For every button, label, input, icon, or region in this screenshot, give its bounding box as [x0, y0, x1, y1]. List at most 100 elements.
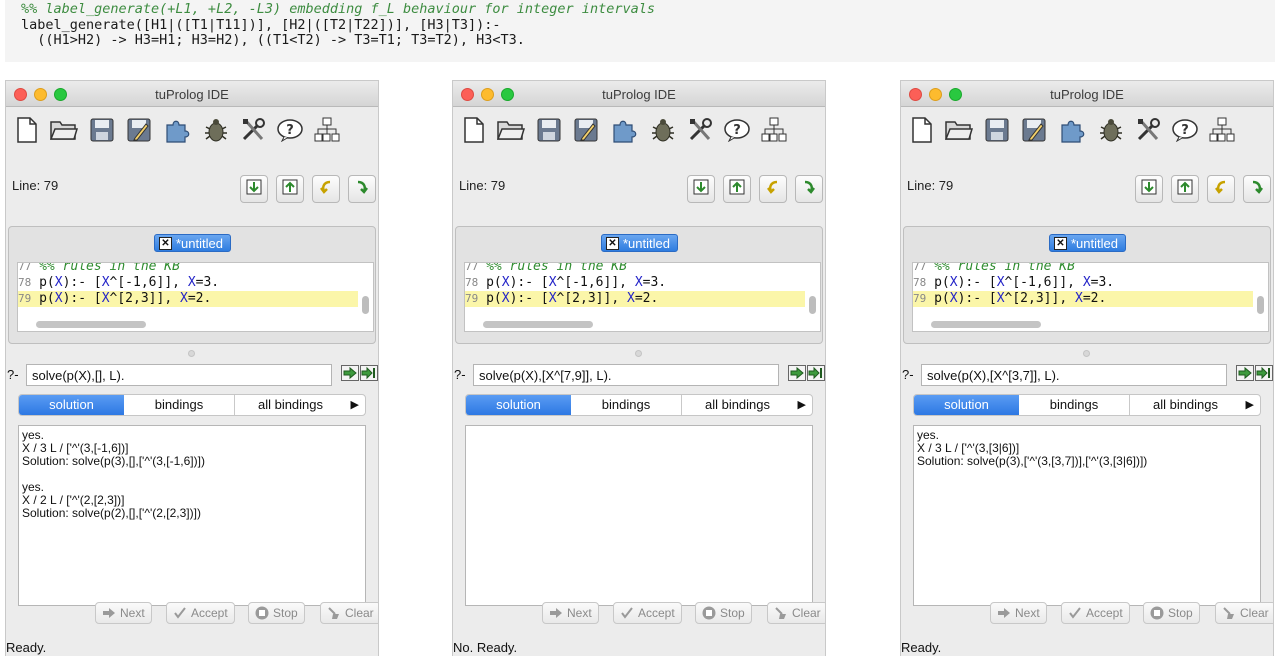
upload-button[interactable]: [723, 175, 751, 203]
tab-bindings[interactable]: bindings: [571, 395, 681, 415]
solve-button[interactable]: [787, 364, 807, 385]
hierarchy-icon[interactable]: [759, 115, 789, 145]
file-tab-untitled[interactable]: ✕ *untitled: [601, 234, 678, 252]
undo-button[interactable]: [759, 175, 787, 203]
save-as-icon[interactable]: [124, 115, 154, 145]
status-bar: No. Ready.: [453, 640, 518, 655]
tabs-more-arrow-icon[interactable]: ▶: [1246, 395, 1254, 415]
solution-output[interactable]: yes. X / 3 L / ['^'(3,[-1,6])] Solution: s…: [18, 425, 366, 606]
save-icon[interactable]: [87, 115, 117, 145]
tab-bindings[interactable]: bindings: [124, 395, 234, 415]
clear-button[interactable]: Clear: [767, 602, 825, 624]
accept-button[interactable]: Accept: [1061, 602, 1130, 624]
open-folder-icon[interactable]: [49, 115, 79, 145]
download-icon: [693, 179, 709, 200]
code-editor[interactable]: 77 %% rules in the KB 78 p(X):- [X^[-1,6…: [17, 262, 374, 332]
tab-bindings[interactable]: bindings: [1019, 395, 1129, 415]
bug-icon[interactable]: [1095, 115, 1125, 145]
stop-label: Stop: [720, 606, 745, 620]
file-tab-untitled[interactable]: ✕ *untitled: [154, 234, 231, 252]
new-file-icon[interactable]: [907, 115, 937, 145]
puzzle-icon[interactable]: [162, 115, 192, 145]
download-button[interactable]: [240, 175, 268, 203]
next-button[interactable]: Next: [542, 602, 599, 624]
stop-button[interactable]: Stop: [248, 602, 305, 624]
clear-button[interactable]: Clear: [320, 602, 378, 624]
hierarchy-icon[interactable]: [1207, 115, 1237, 145]
hierarchy-icon[interactable]: [312, 115, 342, 145]
bug-icon[interactable]: [200, 115, 230, 145]
next-button[interactable]: Next: [990, 602, 1047, 624]
save-as-icon[interactable]: [571, 115, 601, 145]
close-tab-icon[interactable]: ✕: [1054, 236, 1067, 250]
editor-vertical-scrollbar[interactable]: [362, 266, 369, 326]
editor-horizontal-scrollbar[interactable]: [36, 321, 146, 328]
editor-horizontal-scrollbar[interactable]: [931, 321, 1041, 328]
redo-button[interactable]: [795, 175, 823, 203]
solve-button[interactable]: [340, 364, 360, 385]
help-icon[interactable]: ?: [722, 115, 752, 145]
window-titlebar[interactable]: tuProlog IDE: [901, 81, 1273, 107]
tab-all-bindings[interactable]: all bindings: [1129, 395, 1241, 415]
splitter-handle[interactable]: [188, 350, 195, 357]
code-editor[interactable]: 77 %% rules in the KB 78 p(X):- [X^[-1,6…: [464, 262, 821, 332]
file-tab-untitled[interactable]: ✕ *untitled: [1049, 234, 1126, 252]
solve-all-button[interactable]: [359, 364, 378, 385]
tabs-more-arrow-icon[interactable]: ▶: [798, 395, 806, 415]
query-input[interactable]: solve(p(X),[X^[7,9]], L).: [473, 364, 779, 386]
tools-icon[interactable]: [1133, 115, 1163, 145]
solve-button[interactable]: [1235, 364, 1255, 385]
help-icon[interactable]: ?: [275, 115, 305, 145]
download-button[interactable]: [1135, 175, 1163, 203]
editor-vertical-scrollbar[interactable]: [809, 266, 816, 326]
window-titlebar[interactable]: tuProlog IDE: [453, 81, 825, 107]
help-icon[interactable]: ?: [1170, 115, 1200, 145]
save-as-icon[interactable]: [1019, 115, 1049, 145]
tabs-more-arrow-icon[interactable]: ▶: [351, 395, 359, 415]
save-icon[interactable]: [534, 115, 564, 145]
stop-icon: [1150, 606, 1164, 620]
window-titlebar[interactable]: tuProlog IDE: [6, 81, 378, 107]
tab-solution[interactable]: solution: [19, 395, 124, 415]
bug-icon[interactable]: [647, 115, 677, 145]
tab-all-bindings[interactable]: all bindings: [681, 395, 793, 415]
tab-all-bindings[interactable]: all bindings: [234, 395, 346, 415]
solve-all-button[interactable]: [1254, 364, 1273, 385]
clear-button[interactable]: Clear: [1215, 602, 1273, 624]
undo-button[interactable]: [312, 175, 340, 203]
solution-output[interactable]: yes. X / 3 L / ['^'(3,[3|6])] Solution: so…: [913, 425, 1261, 606]
open-folder-icon[interactable]: [496, 115, 526, 145]
new-file-icon[interactable]: [459, 115, 489, 145]
solve-all-button[interactable]: [806, 364, 825, 385]
query-input[interactable]: solve(p(X),[], L).: [26, 364, 332, 386]
open-folder-icon[interactable]: [944, 115, 974, 145]
query-input[interactable]: solve(p(X),[X^[3,7]], L).: [921, 364, 1227, 386]
save-icon[interactable]: [982, 115, 1012, 145]
puzzle-icon[interactable]: [609, 115, 639, 145]
close-tab-icon[interactable]: ✕: [159, 236, 172, 250]
splitter-handle[interactable]: [1083, 350, 1090, 357]
editor-vertical-scrollbar[interactable]: [1257, 266, 1264, 326]
redo-button[interactable]: [348, 175, 376, 203]
stop-button[interactable]: Stop: [1143, 602, 1200, 624]
editor-horizontal-scrollbar[interactable]: [483, 321, 593, 328]
splitter-handle[interactable]: [635, 350, 642, 357]
code-editor[interactable]: 77 %% rules in the KB 78 p(X):- [X^[-1,6…: [912, 262, 1269, 332]
stop-button[interactable]: Stop: [695, 602, 752, 624]
tab-solution[interactable]: solution: [466, 395, 571, 415]
tools-icon[interactable]: [238, 115, 268, 145]
upload-button[interactable]: [276, 175, 304, 203]
tools-icon[interactable]: [685, 115, 715, 145]
redo-button[interactable]: [1243, 175, 1271, 203]
tab-solution[interactable]: solution: [914, 395, 1019, 415]
close-tab-icon[interactable]: ✕: [606, 236, 619, 250]
download-button[interactable]: [687, 175, 715, 203]
accept-button[interactable]: Accept: [613, 602, 682, 624]
next-button[interactable]: Next: [95, 602, 152, 624]
undo-button[interactable]: [1207, 175, 1235, 203]
upload-button[interactable]: [1171, 175, 1199, 203]
new-file-icon[interactable]: [12, 115, 42, 145]
solution-output[interactable]: [465, 425, 813, 606]
puzzle-icon[interactable]: [1057, 115, 1087, 145]
accept-button[interactable]: Accept: [166, 602, 235, 624]
